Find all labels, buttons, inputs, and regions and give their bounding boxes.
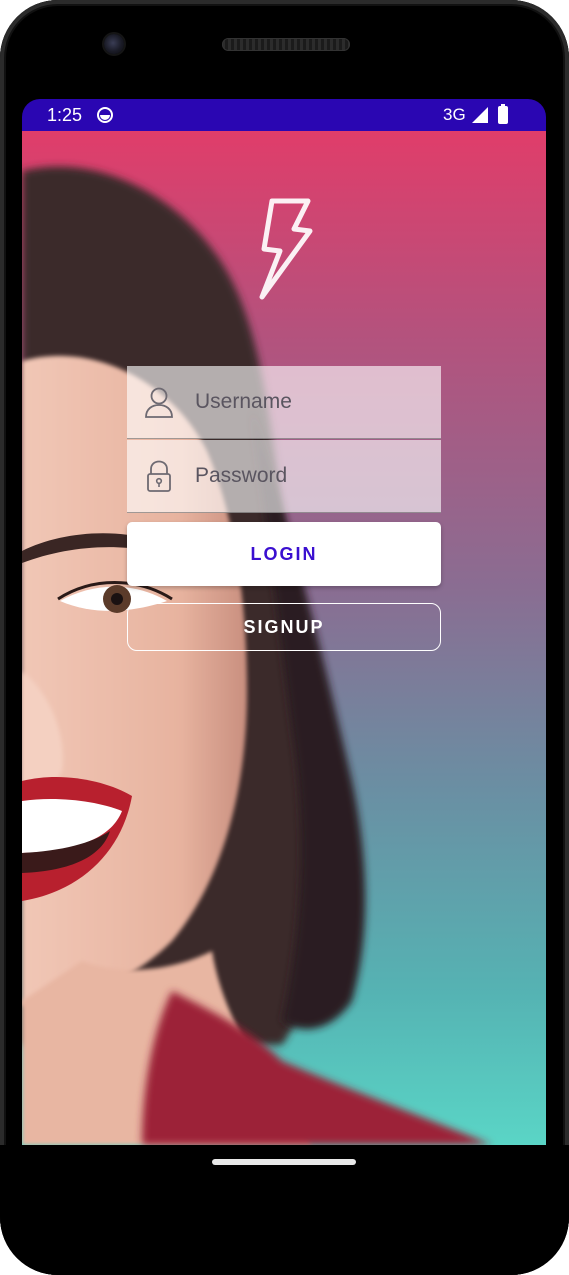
network-type: 3G <box>443 105 466 124</box>
signup-button[interactable]: SIGNUP <box>127 603 441 651</box>
phone-screen: 1:25 3G Username LOGIN SIGNUP <box>22 99 546 1145</box>
navigation-bar <box>0 1145 569 1275</box>
password-field[interactable] <box>127 440 441 513</box>
android-face-icon <box>97 107 113 123</box>
lock-icon <box>147 460 171 492</box>
user-icon <box>145 387 173 418</box>
password-input[interactable] <box>195 440 425 512</box>
home-indicator[interactable] <box>212 1159 356 1165</box>
username-field[interactable] <box>127 366 441 439</box>
lightning-bolt-icon <box>259 198 313 300</box>
front-camera <box>104 34 124 54</box>
username-input[interactable] <box>195 366 425 438</box>
battery-icon <box>498 104 508 124</box>
login-screen: LOGIN SIGNUP <box>22 131 546 1145</box>
login-form <box>127 366 441 513</box>
login-button[interactable]: LOGIN <box>127 522 441 586</box>
earpiece-speaker <box>222 38 350 51</box>
phone-device-frame: 1:25 3G Username LOGIN SIGNUP <box>0 0 569 1275</box>
status-time: 1:25 <box>47 105 83 125</box>
signal-icon <box>472 107 488 123</box>
status-bar: 1:25 3G <box>22 99 546 131</box>
